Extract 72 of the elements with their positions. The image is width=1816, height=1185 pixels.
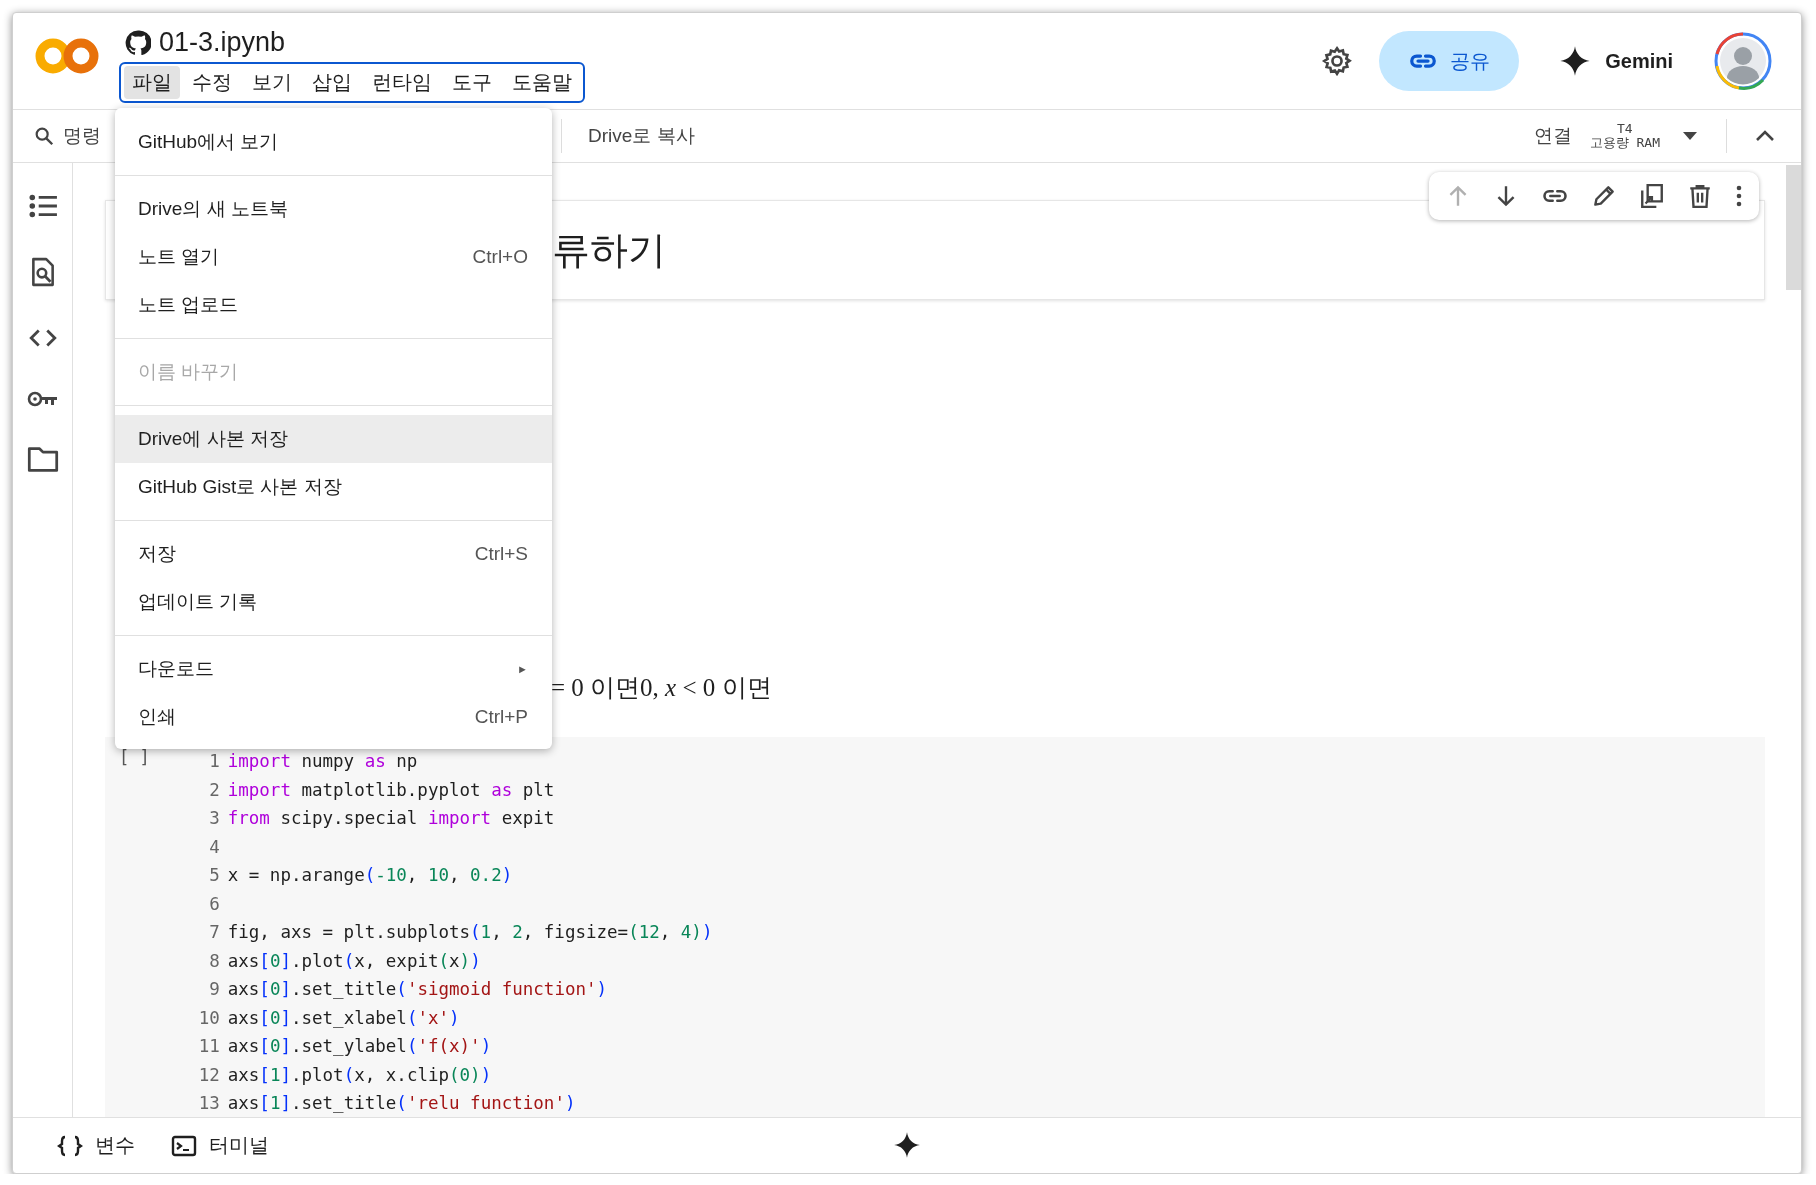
folder-icon[interactable] — [26, 445, 59, 473]
code-line: from scipy.special import expit — [227, 808, 555, 829]
menu-bar-item[interactable]: 삽입 — [304, 66, 360, 99]
line-number: 4 — [208, 836, 220, 857]
menu-item[interactable]: 인쇄 Ctrl+P — [115, 693, 552, 741]
line-number: 2 — [208, 779, 220, 800]
search-icon — [33, 125, 55, 147]
code-line: import numpy as np — [227, 751, 418, 772]
code-line: fig, axs = plt.subplots(1, 2, figsize=(12, 4)) — [227, 922, 713, 943]
code-line: axs[1].set_title('relu function') — [227, 1093, 576, 1114]
braces-icon — [57, 1134, 83, 1157]
menu-bar-item[interactable]: 보기 — [244, 66, 300, 99]
line-number: 1 — [208, 751, 220, 772]
menu-item[interactable]: 노트 열기 Ctrl+O — [115, 233, 552, 281]
search-placeholder: 명령 — [63, 124, 101, 148]
key-icon[interactable] — [26, 389, 59, 409]
share-button[interactable]: 공유 — [1379, 31, 1520, 91]
connect-button[interactable]: 연결 — [1529, 119, 1576, 153]
line-number: 12 — [197, 1064, 220, 1085]
line-number: 3 — [208, 808, 220, 829]
mirror-cell-icon[interactable] — [1639, 183, 1665, 209]
menu-item[interactable]: Drive에 사본 저장 — [115, 415, 552, 463]
command-search[interactable]: 명령 — [33, 123, 101, 149]
colab-logo[interactable] — [35, 36, 99, 76]
code-line: axs[0].set_xlabel('x') — [227, 1007, 460, 1028]
formula-text: = 0 이면0, x < 0 이면 — [551, 674, 772, 701]
menu-bar-item[interactable]: 도움말 — [504, 66, 580, 99]
menu-bar-item[interactable]: 파일 — [124, 66, 180, 99]
menu-item[interactable]: Drive의 새 노트북 — [115, 185, 552, 233]
pencil-icon[interactable] — [1591, 183, 1617, 209]
code-line: axs[0].set_title('sigmoid function') — [227, 979, 608, 1000]
menu-item[interactable]: 다운로드 ► — [115, 645, 552, 693]
code-line: axs[0].plot(x, expit(x)) — [227, 950, 481, 971]
more-vert-icon[interactable] — [1735, 184, 1743, 208]
line-number: 13 — [197, 1093, 220, 1114]
section-heading: 류하기 — [552, 227, 666, 273]
menu-item[interactable]: GitHub Gist로 사본 저장 — [115, 463, 552, 511]
terminal-button[interactable]: 터미널 — [167, 1128, 273, 1163]
line-number: 6 — [208, 893, 220, 914]
variables-button[interactable]: 변수 — [53, 1128, 139, 1163]
terminal-icon — [171, 1134, 197, 1157]
menu-bar-item[interactable]: 런타임 — [364, 66, 440, 99]
line-number: 10 — [197, 1007, 220, 1028]
code-line: import matplotlib.pyplot as plt — [227, 779, 555, 800]
github-icon — [125, 29, 151, 56]
dropdown-icon[interactable] — [1682, 131, 1698, 141]
menu-item[interactable]: 저장 Ctrl+S — [115, 530, 552, 578]
chevron-up-icon[interactable] — [1755, 130, 1775, 142]
line-number: 5 — [208, 865, 220, 886]
runtime-ram: 고용량 RAM — [1589, 136, 1660, 150]
line-number: 9 — [208, 979, 220, 1000]
line-number: 7 — [208, 922, 220, 943]
menu-bar-item[interactable]: 수정 — [184, 66, 240, 99]
notebook-title[interactable]: 01-3.ipynb — [159, 27, 286, 58]
copy-to-drive-button[interactable]: Drive로 복사 — [580, 117, 703, 155]
code-line: axs[1].plot(x, x.clip(0)) — [227, 1064, 492, 1085]
runtime-type: T4 — [1617, 122, 1633, 136]
trash-icon[interactable] — [1687, 183, 1713, 209]
code-line: axs[0].set_ylabel('f(x)') — [227, 1036, 492, 1057]
gemini-button[interactable]: Gemini — [1555, 41, 1677, 81]
scrollbar-thumb[interactable] — [1786, 165, 1801, 290]
avatar-icon[interactable] — [1713, 31, 1773, 91]
menu-item[interactable]: GitHub에서 보기 — [115, 118, 552, 166]
menu-bar-item[interactable]: 도구 — [444, 66, 500, 99]
line-number: 8 — [208, 950, 220, 971]
menu-item[interactable]: 노트 업로드 — [115, 281, 552, 329]
line-number: 11 — [197, 1036, 220, 1057]
gemini-icon[interactable] — [893, 1131, 921, 1159]
settings-icon[interactable] — [1321, 45, 1354, 77]
code-line: x = np.arange(-10, 10, 0.2) — [227, 865, 513, 886]
menu-item[interactable]: 업데이트 기록 — [115, 578, 552, 626]
run-cell-marker[interactable]: [ ] — [119, 747, 150, 771]
